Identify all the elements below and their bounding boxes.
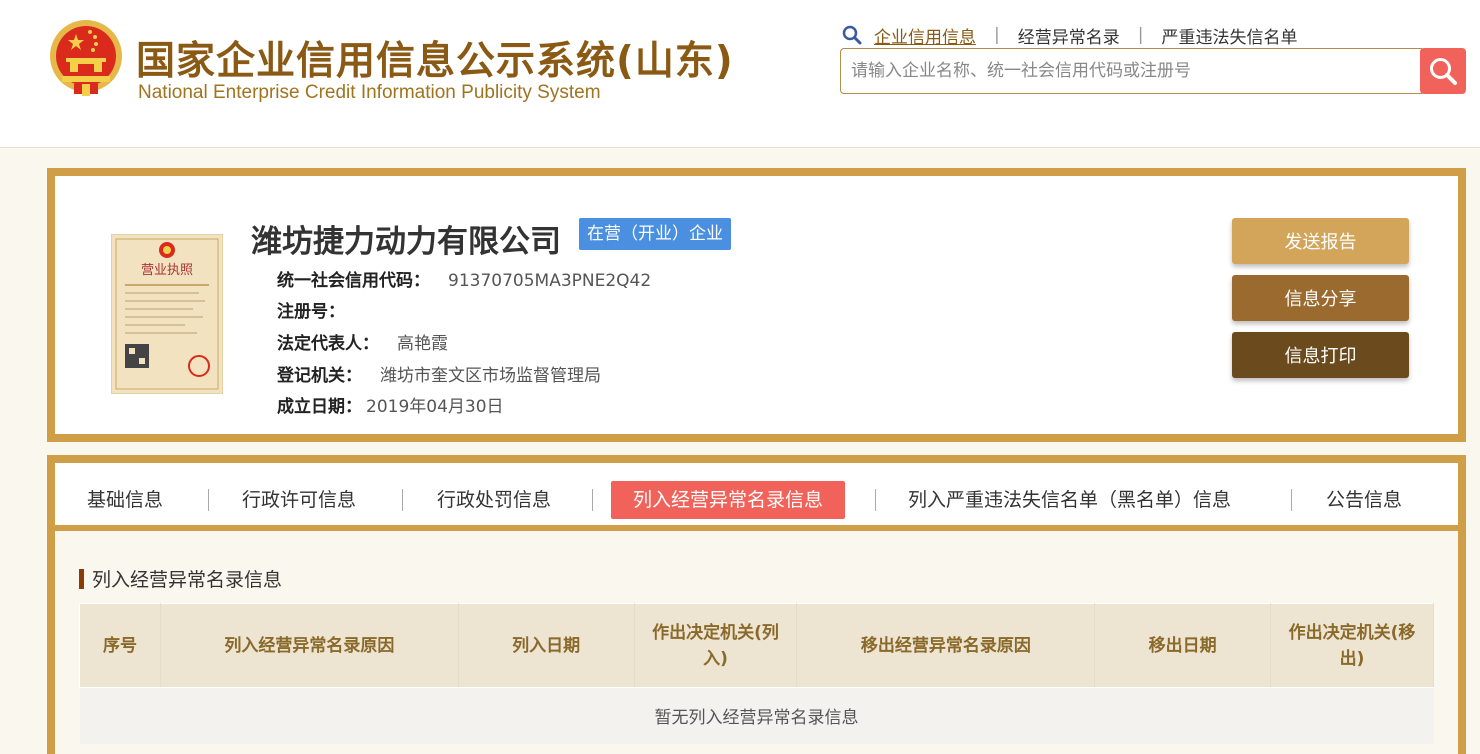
info-value: 91370705MA3PNE2Q42 [448,271,652,291]
column-header: 移出日期 [1094,603,1272,688]
info-value: 潍坊市奎文区市场监督管理局 [380,366,601,386]
search-field [840,48,1422,94]
nav-serious-violation-list[interactable]: 严重违法失信名单 [1161,23,1297,48]
column-header: 作出决定机关(移出) [1270,603,1434,688]
info-row-established: 成立日期： 2019年04月30日 [277,392,504,417]
info-label: 登记机关： [277,366,362,386]
share-info-button[interactable]: 信息分享 [1232,275,1409,321]
tab-divider [208,489,209,511]
top-nav: 企业信用信息 | 经营异常名录 | 严重违法失信名单 [842,22,1297,48]
magnifier-icon [842,25,862,45]
section-title: 列入经营异常名录信息 [79,565,282,592]
tab-admin-license[interactable]: 行政许可信息 [242,481,356,519]
column-header: 作出决定机关(列入) [633,603,798,688]
print-info-button[interactable]: 信息打印 [1232,332,1409,378]
send-report-button[interactable]: 发送报告 [1232,218,1409,264]
status-badge: 在营（开业）企业 [579,218,731,250]
column-header: 列入日期 [457,603,635,688]
tab-admin-penalty[interactable]: 行政处罚信息 [437,481,551,519]
info-value: 2019年04月30日 [366,397,504,417]
info-value: 高艳霞 [397,334,448,354]
site-title: 国家企业信用信息公示系统(山东) [136,39,734,84]
tab-bar: 基础信息 行政许可信息 行政处罚信息 列入经营异常名录信息 列入严重违法失信名单… [55,463,1458,531]
tab-abnormal-list[interactable]: 列入经营异常名录信息 [611,481,846,519]
company-summary-card: 营业执照 潍坊捷力动力有限公司 在营（开业）企业 统一社会信用代码： 913707… [47,168,1466,442]
column-header: 移出经营异常名录原因 [796,603,1096,688]
info-row-reg-no: 注册号： [277,297,363,322]
nav-abnormal-list[interactable]: 经营异常名录 [1018,23,1120,48]
svg-text:营业执照: 营业执照 [141,263,193,278]
info-label: 法定代表人： [277,334,379,354]
site-header: 国家企业信用信息公示系统(山东) National Enterprise Cre… [0,0,1480,148]
search-input[interactable] [841,49,1421,93]
section-title-text: 列入经营异常名录信息 [92,569,283,591]
tab-divider [1291,489,1292,511]
tab-divider [875,489,876,511]
tab-blacklist[interactable]: 列入严重违法失信名单（黑名单）信息 [908,481,1231,519]
info-label: 注册号： [277,302,345,322]
search-icon [1430,58,1457,85]
column-header: 序号 [79,603,161,688]
tab-basic-info[interactable]: 基础信息 [87,481,163,519]
site-subtitle-en: National Enterprise Credit Information P… [138,82,601,103]
tab-announcements[interactable]: 公告信息 [1326,481,1402,519]
tab-divider [592,489,593,511]
info-label: 成立日期： [277,397,362,417]
info-label: 统一社会信用代码： [277,271,430,291]
company-name: 潍坊捷力动力有限公司 [251,224,561,260]
info-row-legal-rep: 法定代表人： 高艳霞 [277,329,448,354]
nav-divider: | [994,25,1000,45]
section-marker [79,568,84,589]
detail-panel: 基础信息 行政许可信息 行政处罚信息 列入经营异常名录信息 列入严重违法失信名单… [47,455,1466,754]
abnormal-list-table: 序号 列入经营异常名录原因 列入日期 作出决定机关(列入) 移出经营异常名录原因… [79,603,1434,744]
table-row: 暂无列入经营异常名录信息 [79,687,1434,744]
nav-enterprise-credit[interactable]: 企业信用信息 [874,23,976,48]
column-header: 列入经营异常名录原因 [159,603,459,688]
info-row-credit-code: 统一社会信用代码： 91370705MA3PNE2Q42 [277,266,651,291]
search-button[interactable] [1420,48,1466,94]
nav-divider: | [1137,25,1144,45]
table-header-row: 序号 列入经营异常名录原因 列入日期 作出决定机关(列入) 移出经营异常名录原因… [79,603,1434,688]
info-row-authority: 登记机关： 潍坊市奎文区市场监督管理局 [277,361,601,386]
national-emblem-icon [50,20,122,96]
business-license-image[interactable]: 营业执照 [111,234,223,394]
empty-state-text: 暂无列入经营异常名录信息 [79,687,1434,744]
tab-divider [402,489,403,511]
